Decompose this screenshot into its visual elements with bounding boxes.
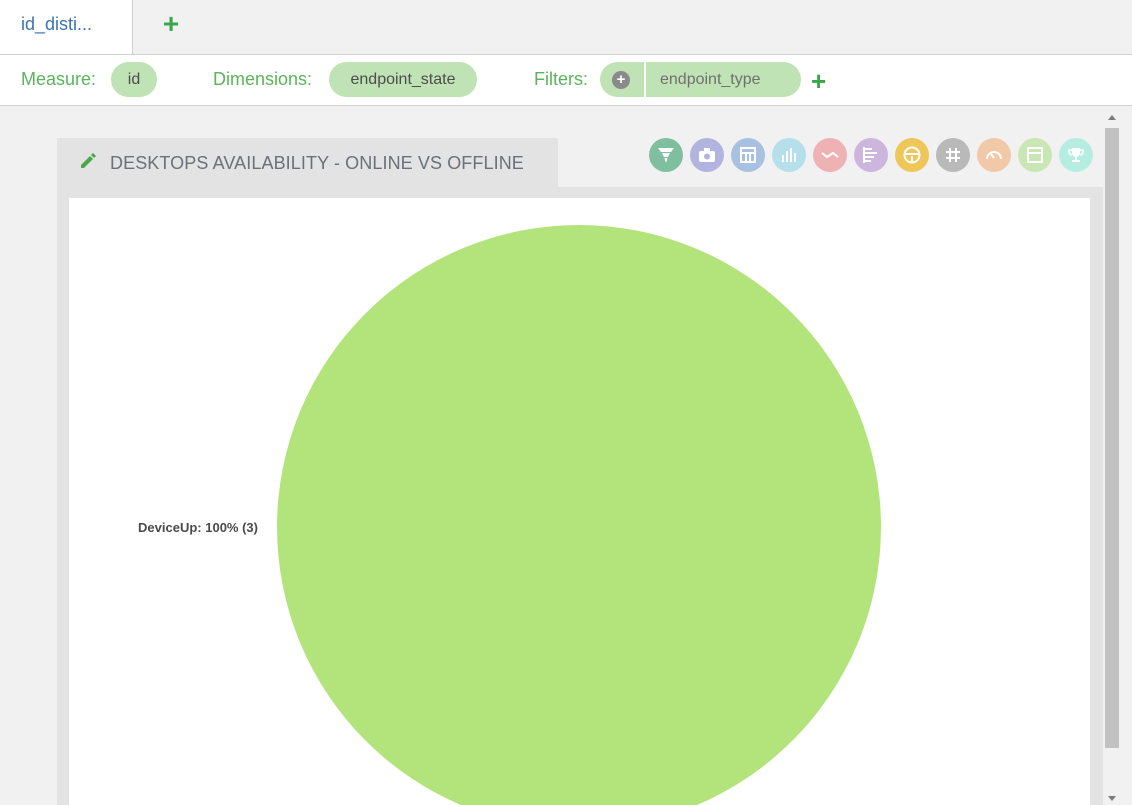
filter-pill[interactable]: + endpoint_type <box>600 62 801 97</box>
scroll-up-arrow-icon[interactable] <box>1108 115 1116 120</box>
funnel-chart-button[interactable] <box>649 138 683 172</box>
add-tab-icon[interactable]: + <box>160 10 182 38</box>
table-view-button[interactable] <box>731 138 765 172</box>
scroll-thumb[interactable] <box>1105 128 1119 748</box>
pie-slice-deviceup[interactable] <box>277 225 881 805</box>
scroll-down-arrow-icon[interactable] <box>1108 796 1116 801</box>
card-icon <box>1027 147 1043 163</box>
add-filter-icon[interactable]: + <box>811 68 831 94</box>
snapshot-button[interactable] <box>690 138 724 172</box>
gauge-button[interactable] <box>977 138 1011 172</box>
trophy-button[interactable] <box>1059 138 1093 172</box>
panel-title: DESKTOPS AVAILABILITY - ONLINE VS OFFLIN… <box>110 153 524 173</box>
pencil-icon[interactable] <box>79 152 97 170</box>
horizontal-bar-button[interactable] <box>854 138 888 172</box>
card-view-button[interactable] <box>1018 138 1052 172</box>
steering-wheel-icon <box>903 146 921 164</box>
hash-icon <box>946 148 960 162</box>
filter-divider <box>644 62 646 97</box>
filter-value: endpoint_type <box>660 71 761 88</box>
tab-label: id_disti... <box>21 14 93 34</box>
pie-chart: DeviceUp: 100% (3) <box>138 225 881 805</box>
dimension-pill[interactable]: endpoint_state <box>329 62 477 97</box>
measure-label: Measure: <box>21 69 97 89</box>
funnel-icon <box>658 148 674 162</box>
vertical-scrollbar[interactable] <box>1103 110 1121 805</box>
panel-header: DESKTOPS AVAILABILITY - ONLINE VS OFFLIN… <box>57 138 558 187</box>
horizontal-bar-icon <box>863 147 877 163</box>
measure-pill[interactable]: id <box>111 62 157 97</box>
camera-icon <box>699 148 715 162</box>
bar-chart-icon <box>782 148 796 162</box>
dimensions-label: Dimensions: <box>213 69 313 89</box>
trophy-icon <box>1068 148 1084 162</box>
slice-label: DeviceUp: 100% (3) <box>138 520 258 535</box>
add-filter-value-icon[interactable]: + <box>612 71 630 89</box>
number-view-button[interactable] <box>936 138 970 172</box>
tab-bar: id_disti... + <box>0 0 1132 55</box>
tab-id-distinct[interactable]: id_disti... <box>0 0 133 54</box>
steering-wheel-button[interactable] <box>895 138 929 172</box>
line-chart-icon <box>821 151 839 159</box>
gauge-icon <box>986 151 1002 160</box>
bar-chart-button[interactable] <box>772 138 806 172</box>
filters-label: Filters: <box>534 69 588 89</box>
query-bar: Measure: id Dimensions: endpoint_state F… <box>0 55 1132 106</box>
chart-area: DeviceUp: 100% (3) <box>69 198 1090 805</box>
table-icon <box>740 147 756 163</box>
line-chart-button[interactable] <box>813 138 847 172</box>
